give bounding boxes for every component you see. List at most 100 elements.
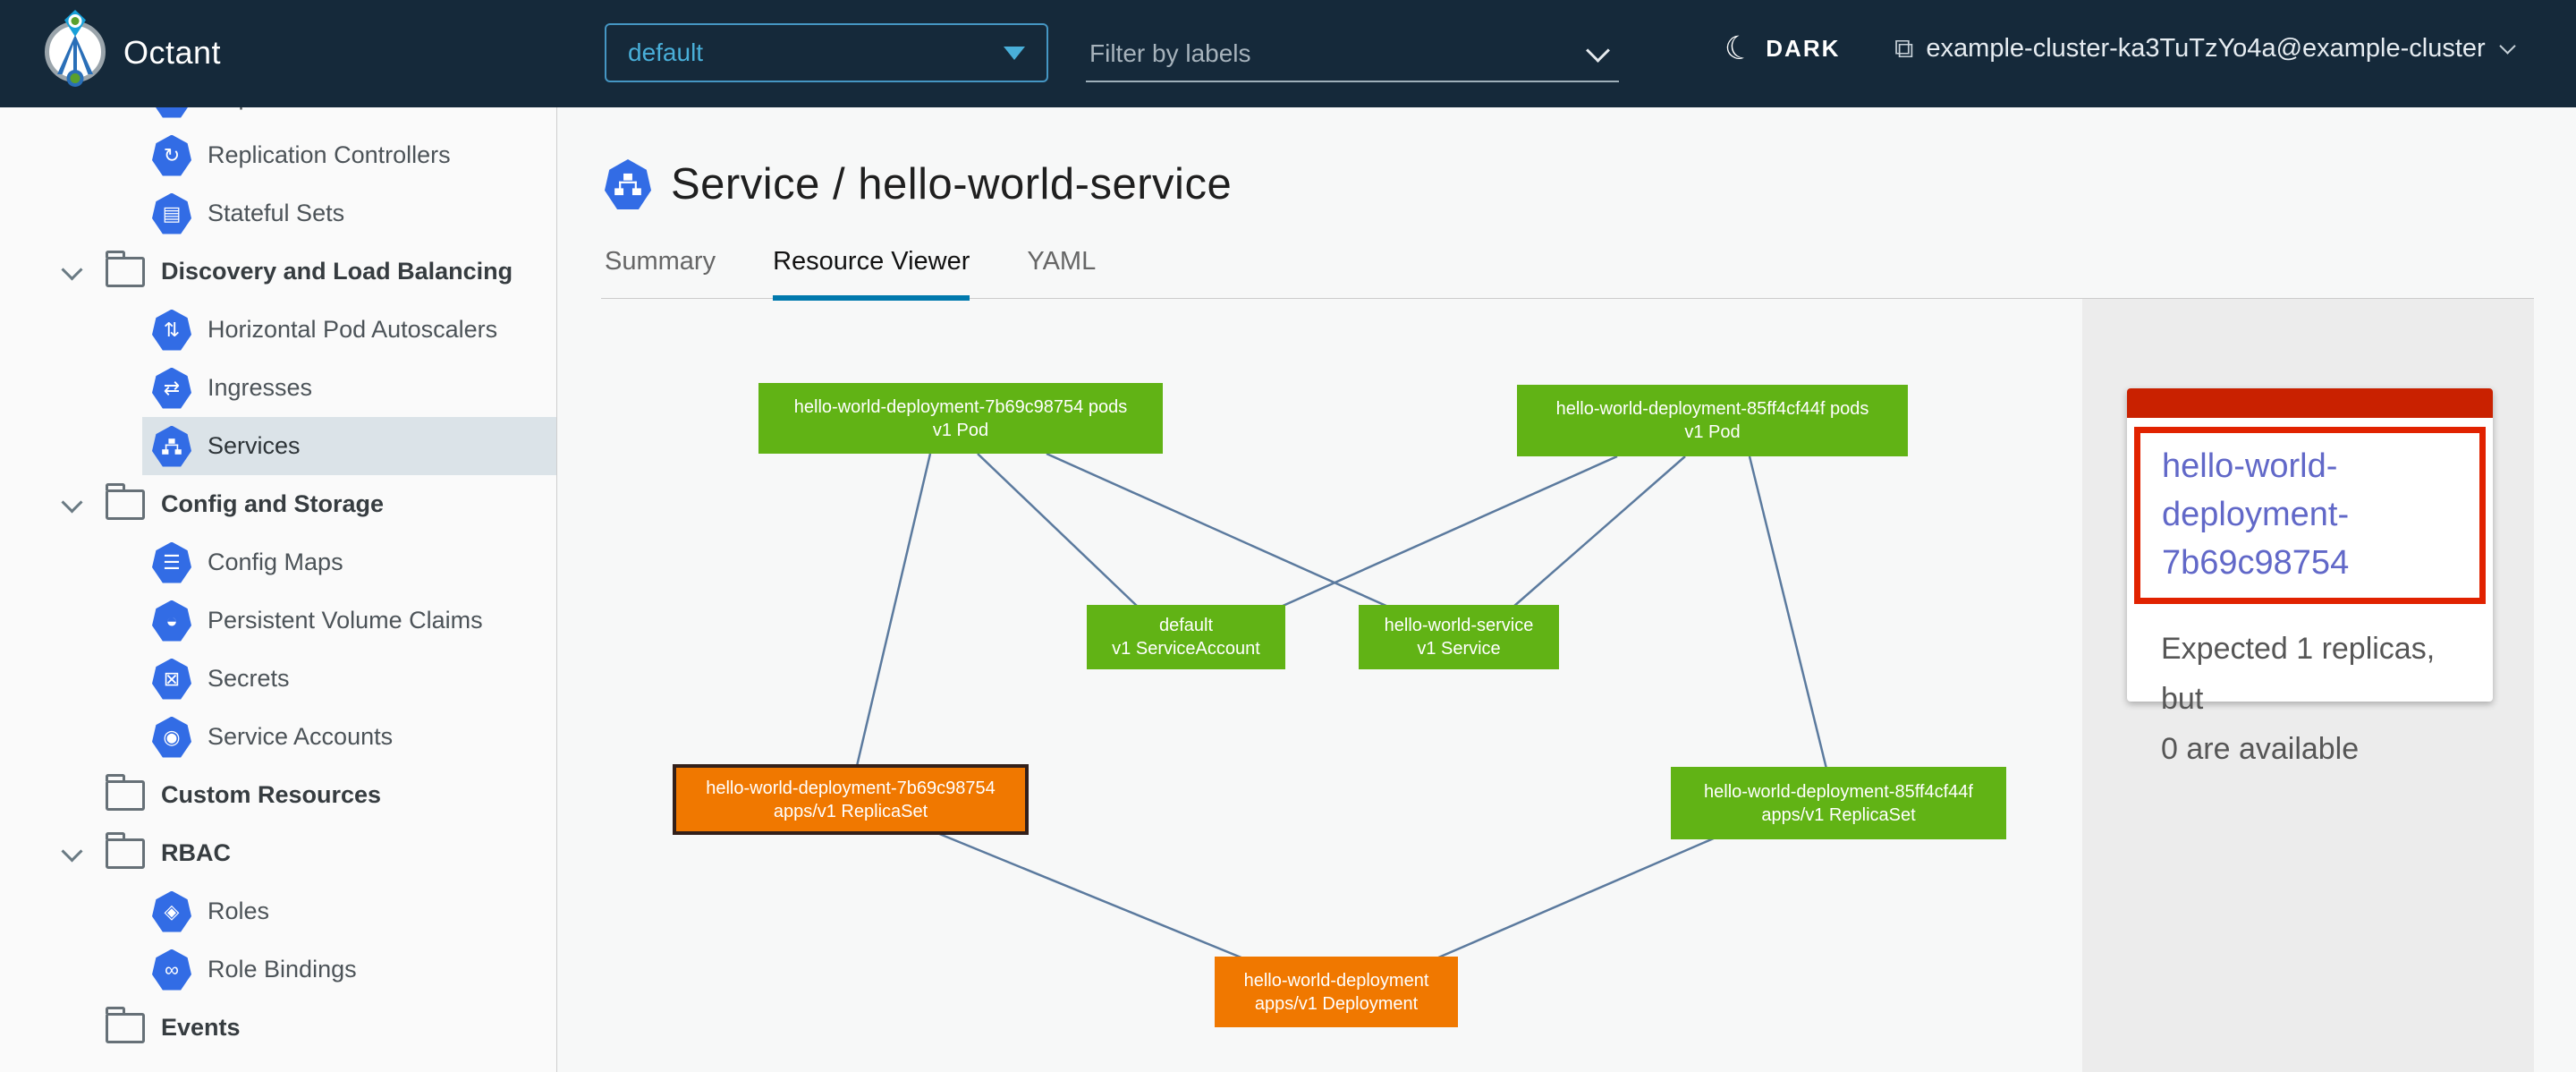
graph-node-label: hello-world-deployment-85ff4cf44f pods [1556, 397, 1869, 421]
services-icon [152, 426, 191, 467]
cluster-selector[interactable]: ⧉ example-cluster-ka3TuTzYo4a@example-cl… [1894, 34, 2513, 64]
namespace-dropdown[interactable]: default [605, 23, 1048, 82]
service-resource-icon [605, 159, 651, 209]
sidebar-item-label: Roles [208, 898, 269, 925]
graph-node-service-hello-world-service[interactable]: hello-world-servicev1 Service [1359, 605, 1559, 669]
moon-icon: ☾ [1722, 30, 1757, 67]
sidebar-item-config-maps[interactable]: ☰Config Maps [0, 533, 556, 591]
chevron-down-icon [2499, 38, 2515, 54]
resource-link[interactable]: hello-world-deployment-7b69c98754 [2162, 442, 2467, 587]
horizontal-pod-autoscalers-icon: ⇅ [152, 310, 191, 351]
status-message-line: 0 are available [2161, 724, 2484, 774]
graph-node-label: hello-world-deployment-7b69c98754 [706, 777, 996, 800]
label-filter-placeholder: Filter by labels [1086, 39, 1251, 68]
resource-status-card: hello-world-deployment-7b69c98754 Expect… [2127, 388, 2493, 702]
graph-node-label: v1 ServiceAccount [1112, 637, 1260, 660]
tab-bar: Summary Resource Viewer YAML [605, 247, 1096, 301]
sidebar-group-label: Discovery and Load Balancing [161, 258, 513, 285]
sidebar-group-label: Events [161, 1014, 241, 1042]
chevron-down-icon[interactable] [1586, 38, 1610, 63]
graph-node-label: apps/v1 ReplicaSet [1761, 804, 1915, 827]
sidebar-item-custom-resources[interactable]: Custom Resources [0, 766, 556, 824]
logo-fan-line [73, 38, 77, 74]
sidebar-nav: ◫ Replica Sets ↻ Replication Controllers ▤St… [0, 107, 556, 1057]
tab-yaml[interactable]: YAML [1027, 247, 1096, 301]
replication-controllers-icon: ↻ [152, 135, 191, 176]
sidebar-group-label: Config and Storage [161, 490, 384, 518]
sidebar-group-label: Custom Resources [161, 781, 381, 809]
folder-icon [106, 1013, 145, 1043]
tab-resource-viewer[interactable]: Resource Viewer [773, 247, 970, 301]
graph-node-label: v1 Pod [933, 419, 988, 442]
sidebar-item-label: Replica Sets [208, 107, 343, 111]
chevron-down-icon[interactable] [59, 259, 86, 285]
sidebar: ◫ Replica Sets ↻ Replication Controllers ▤St… [0, 107, 557, 1072]
sidebar-item-label: Stateful Sets [208, 200, 344, 227]
app-header: Octant default Filter by labels ☾ DARK ⧉… [0, 0, 2576, 107]
chevron-down-icon[interactable] [59, 491, 86, 518]
graph-node-pods-7b69c98754[interactable]: hello-world-deployment-7b69c98754 podsv1… [758, 383, 1163, 454]
sidebar-item-discovery-and-load-balancing[interactable]: Discovery and Load Balancing [0, 242, 556, 301]
sidebar-item-horizontal-pod-autoscalers[interactable]: ⇅ Horizontal Pod Autoscalers [0, 301, 556, 359]
chevron-down-icon[interactable] [59, 840, 86, 867]
cluster-selector-value: example-cluster-ka3TuTzYo4a@example-clus… [1926, 34, 2485, 64]
graph-node-serviceaccount-default[interactable]: defaultv1 ServiceAccount [1087, 605, 1285, 669]
ingresses-icon: ⇄ [152, 368, 191, 409]
sidebar-item-label: Ingresses [208, 374, 312, 402]
sidebar-item-services[interactable]: Services [0, 417, 556, 475]
sidebar-item-stateful-sets[interactable]: ▤Stateful Sets [0, 184, 556, 242]
graph-node-label: hello-world-deployment-85ff4cf44f [1704, 780, 1973, 804]
folder-icon [106, 780, 145, 811]
octant-logo-icon [45, 21, 106, 82]
sidebar-item-config-and-storage[interactable]: Config and Storage [0, 475, 556, 533]
sidebar-item-rbac[interactable]: RBAC [0, 824, 556, 882]
graph-node-label: hello-world-deployment [1244, 969, 1429, 992]
sidebar-item-role-bindings[interactable]: ∞ Role Bindings [0, 940, 556, 999]
sidebar-item-events[interactable]: Events [0, 999, 556, 1057]
sidebar-item-label: Persistent Volume Claims [208, 607, 483, 634]
dropdown-caret-icon [1004, 47, 1025, 60]
label-filter-input[interactable]: Filter by labels [1086, 27, 1619, 82]
roles-icon: ◈ [152, 891, 191, 932]
dark-theme-toggle[interactable]: ☾ DARK [1724, 32, 1840, 64]
dark-theme-label: DARK [1766, 35, 1840, 63]
graph-node-label: default [1159, 614, 1213, 637]
persistent-volume-claims-icon: ◒ [152, 600, 191, 642]
sidebar-item-persistent-volume-claims[interactable]: ◒ Persistent Volume Claims [0, 591, 556, 650]
logo-needle-dot [72, 17, 80, 25]
secrets-icon: ⊠ [152, 659, 191, 700]
graph-node-label: hello-world-service [1385, 614, 1534, 637]
graph-node-label: hello-world-deployment-7b69c98754 pods [794, 396, 1127, 419]
cluster-context-icon: ⧉ [1894, 36, 1913, 63]
sidebar-item-roles[interactable]: ◈ Roles [0, 882, 556, 940]
logo-bottom-dot [71, 73, 80, 83]
sidebar-item-secrets[interactable]: ⊠Secrets [0, 650, 556, 708]
sidebar-group-label: RBAC [161, 839, 231, 867]
app-title: Octant [123, 34, 221, 72]
graph-node-replicaset-85ff4cf44f[interactable]: hello-world-deployment-85ff4cf44fapps/v1… [1671, 767, 2006, 839]
graph-node-label: v1 Pod [1684, 421, 1740, 444]
sidebar-item-replica-sets[interactable]: ◫ Replica Sets [0, 107, 556, 126]
sidebar-item-ingresses[interactable]: ⇄ Ingresses [0, 359, 556, 417]
status-danger-bar [2127, 388, 2493, 418]
graph-node-label: v1 Service [1417, 637, 1500, 660]
status-message: Expected 1 replicas, but0 are available [2161, 624, 2484, 774]
detail-panel: hello-world-deployment-7b69c98754 Expect… [2082, 299, 2534, 1072]
graph-node-replicaset-7b69c98754[interactable]: hello-world-deployment-7b69c98754apps/v1… [673, 764, 1029, 835]
graph-node-label: apps/v1 Deployment [1255, 992, 1418, 1016]
sidebar-item-label: Replication Controllers [208, 141, 451, 169]
sidebar-item-label: Service Accounts [208, 723, 393, 751]
status-message-line: Expected 1 replicas, but [2161, 624, 2484, 724]
folder-icon [106, 257, 145, 287]
graph-node-deployment-hello-world-deployment[interactable]: hello-world-deploymentapps/v1 Deployment [1215, 957, 1458, 1027]
sidebar-item-replication-controllers[interactable]: ↻ Replication Controllers [0, 126, 556, 184]
sidebar-item-service-accounts[interactable]: ◉Service Accounts [0, 708, 556, 766]
page-title-row: Service / hello-world-service [605, 159, 1232, 209]
sidebar-item-label: Horizontal Pod Autoscalers [208, 316, 497, 344]
replica-sets-icon: ◫ [152, 107, 191, 118]
graph-node-pods-85ff4cf44f[interactable]: hello-world-deployment-85ff4cf44f podsv1… [1517, 385, 1908, 456]
role-bindings-icon: ∞ [152, 949, 191, 991]
sidebar-item-label: Role Bindings [208, 956, 357, 983]
sidebar-item-label: Config Maps [208, 549, 343, 576]
tab-summary[interactable]: Summary [605, 247, 716, 301]
